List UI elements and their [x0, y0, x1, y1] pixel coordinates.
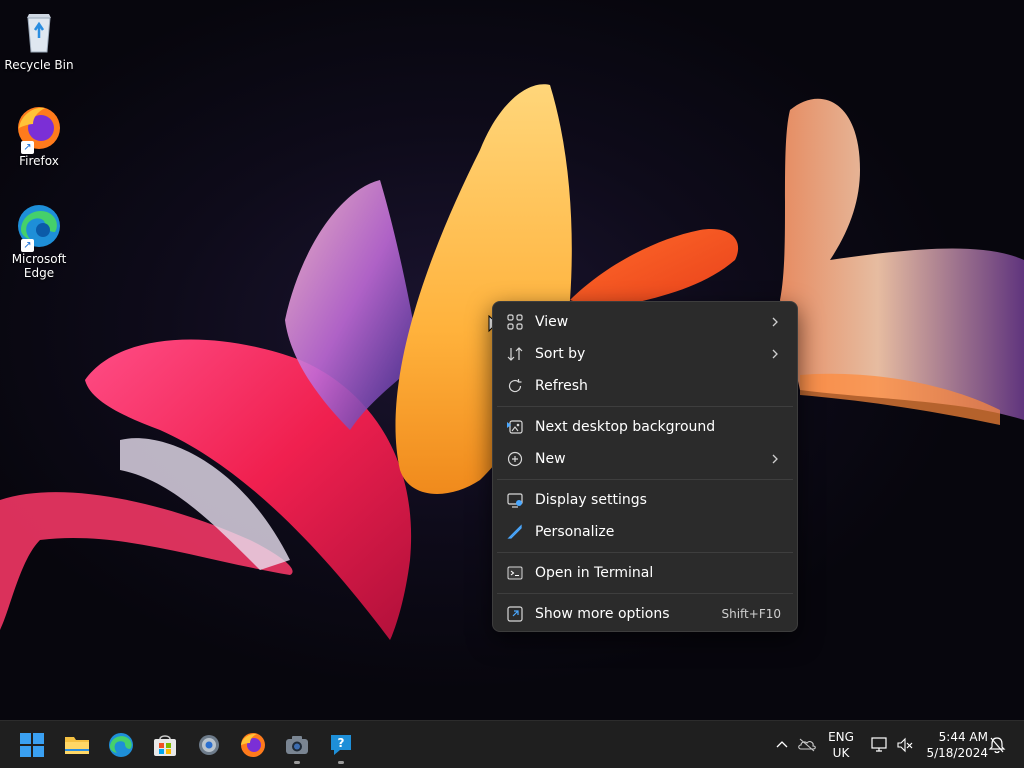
shortcut-arrow-icon: ↗	[21, 141, 34, 154]
clock-time: 5:44 AM	[938, 730, 988, 744]
taskbar-get-help[interactable]: ?	[323, 727, 359, 764]
taskbar-store[interactable]	[147, 727, 183, 763]
recycle-bin-icon	[15, 8, 63, 56]
desktop-icon-label: Microsoft Edge	[11, 252, 67, 280]
firefox-icon: ↗	[15, 104, 63, 154]
refresh-icon	[508, 379, 522, 393]
help-icon: ?	[331, 735, 351, 755]
chevron-up-icon[interactable]	[776, 739, 788, 751]
chevron-right-icon	[772, 317, 778, 327]
menu-item-sort-by[interactable]: Sort by	[493, 338, 797, 370]
menu-item-label: Display settings	[535, 492, 647, 508]
more-options-icon	[507, 606, 523, 622]
menu-item-label: View	[535, 314, 569, 330]
clock-date: 5/18/2024	[926, 746, 988, 760]
language-indicator[interactable]: ENG UK	[824, 729, 858, 761]
running-indicator	[338, 761, 344, 764]
desktop-context-menu: View Sort by Refresh Next desktop backgr…	[492, 301, 798, 632]
menu-item-personalize[interactable]: Personalize	[493, 516, 797, 548]
menu-separator	[497, 406, 793, 407]
menu-separator	[497, 552, 793, 553]
onedrive-icon[interactable]	[798, 737, 816, 753]
language-code: ENG	[828, 730, 854, 744]
desktop-icon-label: Recycle Bin	[4, 58, 74, 72]
menu-item-view[interactable]: View	[493, 306, 797, 338]
sort-icon	[507, 347, 523, 361]
menu-item-label: Sort by	[535, 346, 586, 362]
keyboard-shortcut: Shift+F10	[721, 607, 781, 621]
network-icon[interactable]	[870, 736, 888, 754]
brush-icon	[507, 524, 522, 539]
menu-item-show-more-options[interactable]: Show more options Shift+F10	[493, 598, 797, 630]
notification-bell-icon[interactable]	[988, 736, 1006, 754]
camera-icon	[286, 736, 308, 754]
menu-item-label: Show more options	[535, 606, 670, 622]
clock[interactable]: 5:44 AM 5/18/2024	[922, 729, 988, 761]
grid-view-icon	[507, 314, 523, 330]
region-code: UK	[832, 746, 850, 760]
edge-icon: ↗	[15, 202, 63, 252]
desktop-icon-label: Firefox	[19, 154, 59, 168]
display-settings-icon	[507, 493, 523, 508]
taskbar-file-explorer[interactable]	[59, 727, 95, 763]
menu-item-new[interactable]: New	[493, 443, 797, 475]
chevron-right-icon	[772, 454, 778, 464]
firefox-icon	[241, 733, 265, 757]
edge-icon	[109, 733, 133, 757]
menu-item-label: Open in Terminal	[535, 565, 654, 581]
terminal-icon	[507, 566, 523, 580]
menu-item-label: New	[535, 451, 566, 467]
menu-item-label: Refresh	[535, 378, 588, 394]
volume-muted-icon[interactable]	[896, 736, 914, 754]
taskbar: ? ENG UK 5:44 AM 5/18/2024	[0, 720, 1024, 768]
menu-item-next-desktop-background[interactable]: Next desktop background	[493, 411, 797, 443]
gear-icon	[199, 735, 219, 755]
next-background-icon	[507, 420, 523, 434]
desktop-icon-firefox[interactable]: ↗ Firefox	[4, 104, 74, 168]
windows-start-icon	[20, 733, 44, 757]
chevron-right-icon	[772, 349, 778, 359]
taskbar-camera[interactable]	[279, 727, 315, 764]
new-plus-icon	[507, 451, 523, 467]
menu-separator	[497, 479, 793, 480]
running-indicator	[294, 761, 300, 764]
svg-text:?: ?	[338, 736, 345, 750]
menu-item-display-settings[interactable]: Display settings	[493, 484, 797, 516]
menu-item-label: Personalize	[535, 524, 615, 540]
menu-item-label: Next desktop background	[535, 419, 716, 435]
store-icon	[154, 735, 176, 756]
menu-item-open-in-terminal[interactable]: Open in Terminal	[493, 557, 797, 589]
taskbar-settings[interactable]	[191, 727, 227, 763]
taskbar-firefox[interactable]	[235, 727, 271, 763]
taskbar-start-button[interactable]	[14, 727, 50, 763]
shortcut-arrow-icon: ↗	[21, 239, 34, 252]
desktop-icon-edge[interactable]: ↗ Microsoft Edge	[4, 202, 74, 280]
desktop-icon-recycle-bin[interactable]: Recycle Bin	[4, 8, 74, 72]
menu-item-refresh[interactable]: Refresh	[493, 370, 797, 402]
taskbar-edge[interactable]	[103, 727, 139, 763]
folder-icon	[65, 737, 89, 754]
menu-separator	[497, 593, 793, 594]
